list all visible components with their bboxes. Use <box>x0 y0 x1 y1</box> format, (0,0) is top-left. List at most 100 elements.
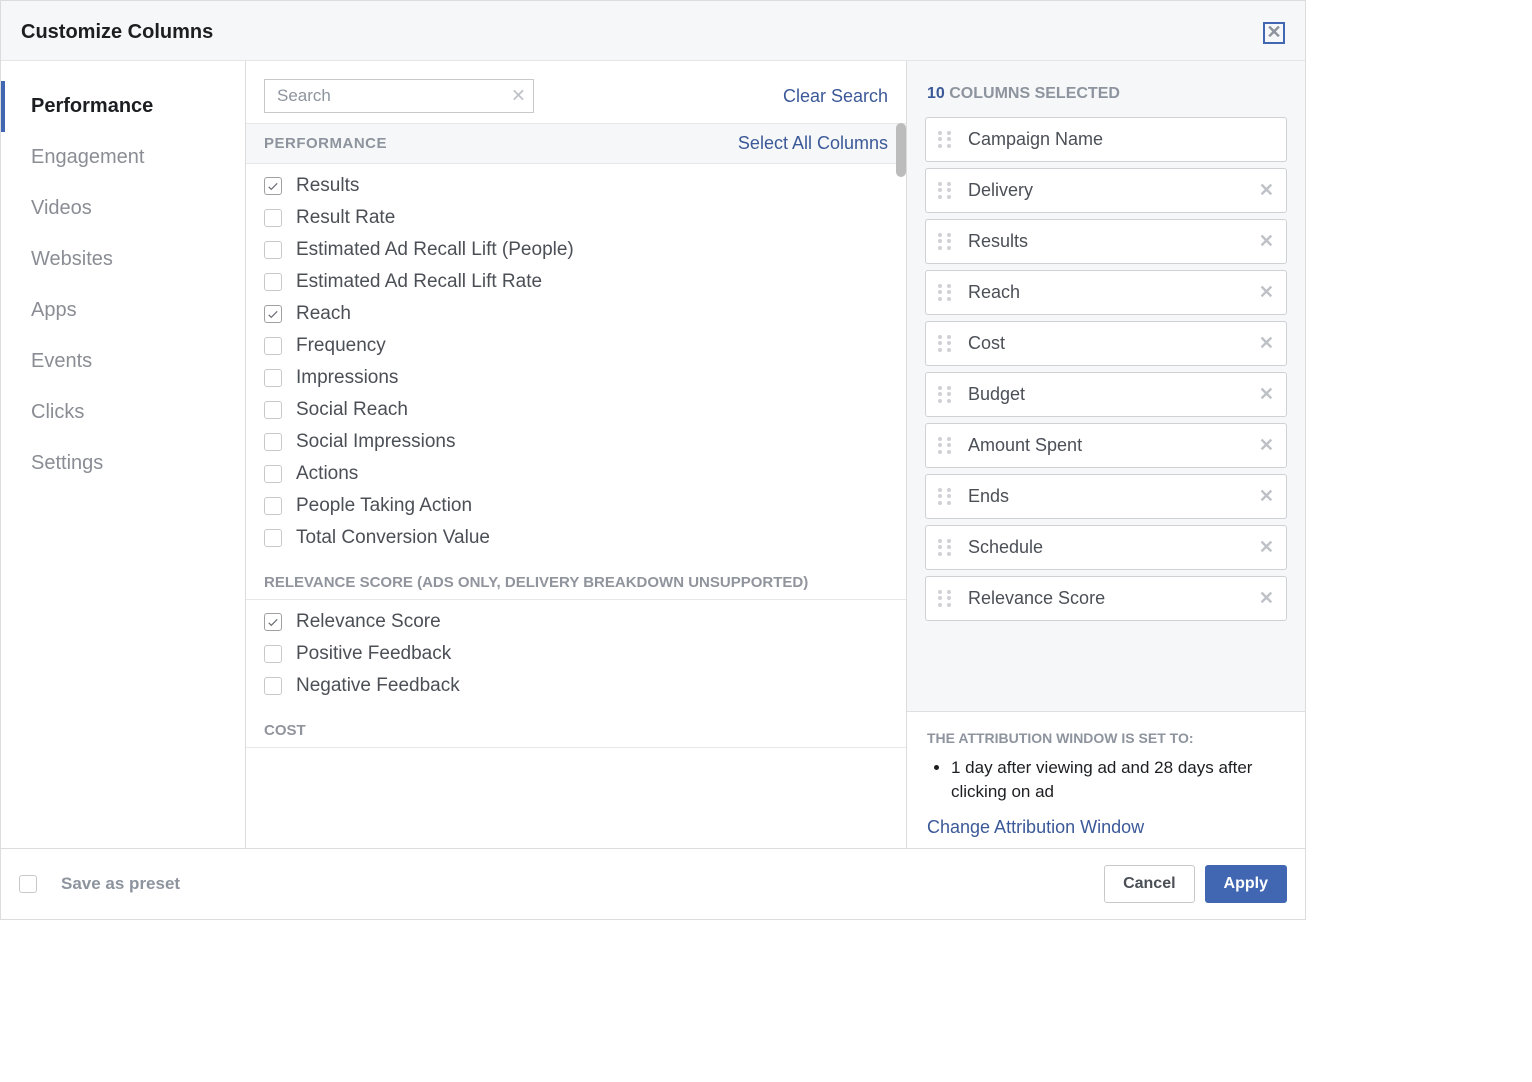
selected-column-item[interactable]: Reach✕ <box>925 270 1287 315</box>
metric-label: Frequency <box>296 335 386 357</box>
modal-footer: Save as preset Cancel Apply <box>1 848 1305 919</box>
metric-row[interactable]: Actions <box>246 458 906 490</box>
save-preset-label: Save as preset <box>61 874 180 894</box>
metric-row[interactable]: Impressions <box>246 362 906 394</box>
metric-row[interactable]: Estimated Ad Recall Lift (People) <box>246 234 906 266</box>
selected-column-item[interactable]: Amount Spent✕ <box>925 423 1287 468</box>
metric-row[interactable]: People Taking Action <box>246 490 906 522</box>
section-subtitle: COST <box>246 708 906 748</box>
sidebar-item-websites[interactable]: Websites <box>1 234 245 285</box>
selected-column-label: Schedule <box>968 537 1259 558</box>
apply-button[interactable]: Apply <box>1205 865 1287 903</box>
remove-column-icon[interactable]: ✕ <box>1259 435 1274 456</box>
metric-checkbox[interactable] <box>264 465 282 483</box>
selected-column-item[interactable]: Ends✕ <box>925 474 1287 519</box>
metric-row[interactable]: Relevance Score <box>246 606 906 638</box>
remove-column-icon[interactable]: ✕ <box>1259 384 1274 405</box>
remove-column-icon[interactable]: ✕ <box>1259 231 1274 252</box>
search-input[interactable] <box>264 79 534 113</box>
metric-checkbox[interactable] <box>264 613 282 631</box>
selected-column-item[interactable]: Relevance Score✕ <box>925 576 1287 621</box>
remove-column-icon[interactable]: ✕ <box>1259 180 1274 201</box>
selected-column-item[interactable]: Campaign Name <box>925 117 1287 162</box>
clear-search-link[interactable]: Clear Search <box>783 86 888 107</box>
search-clear-icon[interactable]: ✕ <box>511 86 526 107</box>
metric-row[interactable]: Total Conversion Value <box>246 522 906 554</box>
metric-row[interactable]: Social Impressions <box>246 426 906 458</box>
drag-handle-icon[interactable] <box>938 488 954 506</box>
metric-checkbox[interactable] <box>264 337 282 355</box>
drag-handle-icon[interactable] <box>938 233 954 251</box>
remove-column-icon[interactable]: ✕ <box>1259 333 1274 354</box>
modal-title: Customize Columns <box>21 21 213 44</box>
metric-row[interactable]: Estimated Ad Recall Lift Rate <box>246 266 906 298</box>
save-preset-checkbox[interactable] <box>19 875 37 893</box>
sidebar-item-settings[interactable]: Settings <box>1 438 245 489</box>
drag-handle-icon[interactable] <box>938 539 954 557</box>
metric-label: Results <box>296 175 359 197</box>
drag-handle-icon[interactable] <box>938 437 954 455</box>
metric-checkbox[interactable] <box>264 305 282 323</box>
selected-count-suffix: COLUMNS SELECTED <box>949 85 1120 102</box>
metric-label: Total Conversion Value <box>296 527 490 549</box>
metric-label: Negative Feedback <box>296 675 460 697</box>
close-button[interactable]: ✕ <box>1263 22 1285 44</box>
metric-row[interactable]: Result Rate <box>246 202 906 234</box>
select-all-columns-link[interactable]: Select All Columns <box>738 133 888 154</box>
sidebar-item-clicks[interactable]: Clicks <box>1 387 245 438</box>
metric-checkbox[interactable] <box>264 645 282 663</box>
metric-row[interactable]: Frequency <box>246 330 906 362</box>
metric-checkbox[interactable] <box>264 401 282 419</box>
metric-row[interactable]: Results <box>246 170 906 202</box>
sidebar-item-apps[interactable]: Apps <box>1 285 245 336</box>
selected-column-item[interactable]: Cost✕ <box>925 321 1287 366</box>
selected-column-item[interactable]: Results✕ <box>925 219 1287 264</box>
close-icon: ✕ <box>1266 22 1281 43</box>
metric-checkbox[interactable] <box>264 209 282 227</box>
metric-row[interactable]: Positive Feedback <box>246 638 906 670</box>
selected-column-item[interactable]: Schedule✕ <box>925 525 1287 570</box>
drag-handle-icon[interactable] <box>938 284 954 302</box>
sidebar-item-videos[interactable]: Videos <box>1 183 245 234</box>
drag-handle-icon[interactable] <box>938 590 954 608</box>
remove-column-icon[interactable]: ✕ <box>1259 282 1274 303</box>
drag-handle-icon[interactable] <box>938 386 954 404</box>
metric-row[interactable]: Reach <box>246 298 906 330</box>
sidebar: PerformanceEngagementVideosWebsitesAppsE… <box>1 61 246 848</box>
selected-columns-panel: 10 COLUMNS SELECTED Campaign NameDeliver… <box>907 61 1305 848</box>
metric-checkbox[interactable] <box>264 273 282 291</box>
selected-column-label: Campaign Name <box>968 129 1274 150</box>
drag-handle-icon[interactable] <box>938 131 954 149</box>
metric-checkbox[interactable] <box>264 433 282 451</box>
metric-label: Estimated Ad Recall Lift (People) <box>296 239 574 261</box>
cancel-button[interactable]: Cancel <box>1104 865 1194 903</box>
remove-column-icon[interactable]: ✕ <box>1259 486 1274 507</box>
selected-column-item[interactable]: Delivery✕ <box>925 168 1287 213</box>
metric-label: People Taking Action <box>296 495 472 517</box>
drag-handle-icon[interactable] <box>938 182 954 200</box>
remove-column-icon[interactable]: ✕ <box>1259 588 1274 609</box>
drag-handle-icon[interactable] <box>938 335 954 353</box>
selected-column-item[interactable]: Budget✕ <box>925 372 1287 417</box>
metric-checkbox[interactable] <box>264 177 282 195</box>
remove-column-icon[interactable]: ✕ <box>1259 537 1274 558</box>
scrollbar-thumb[interactable] <box>896 123 906 177</box>
sidebar-item-events[interactable]: Events <box>1 336 245 387</box>
metric-row[interactable]: Social Reach <box>246 394 906 426</box>
sidebar-item-engagement[interactable]: Engagement <box>1 132 245 183</box>
metric-row[interactable]: Negative Feedback <box>246 670 906 702</box>
main-column: ✕ Clear Search PERFORMANCE Select All Col… <box>246 61 907 848</box>
selected-column-label: Amount Spent <box>968 435 1259 456</box>
metric-checkbox[interactable] <box>264 497 282 515</box>
metric-checkbox[interactable] <box>264 529 282 547</box>
change-attribution-link[interactable]: Change Attribution Window <box>927 817 1285 838</box>
selected-column-label: Reach <box>968 282 1259 303</box>
metric-checkbox[interactable] <box>264 241 282 259</box>
metric-checkbox[interactable] <box>264 677 282 695</box>
selected-list: Campaign NameDelivery✕Results✕Reach✕Cost… <box>907 117 1305 711</box>
section-title: PERFORMANCE <box>264 135 387 152</box>
metrics-scroll-area[interactable]: PERFORMANCE Select All Columns Results Resu… <box>246 123 906 848</box>
sidebar-item-performance[interactable]: Performance <box>1 81 245 132</box>
selected-column-label: Relevance Score <box>968 588 1259 609</box>
metric-checkbox[interactable] <box>264 369 282 387</box>
